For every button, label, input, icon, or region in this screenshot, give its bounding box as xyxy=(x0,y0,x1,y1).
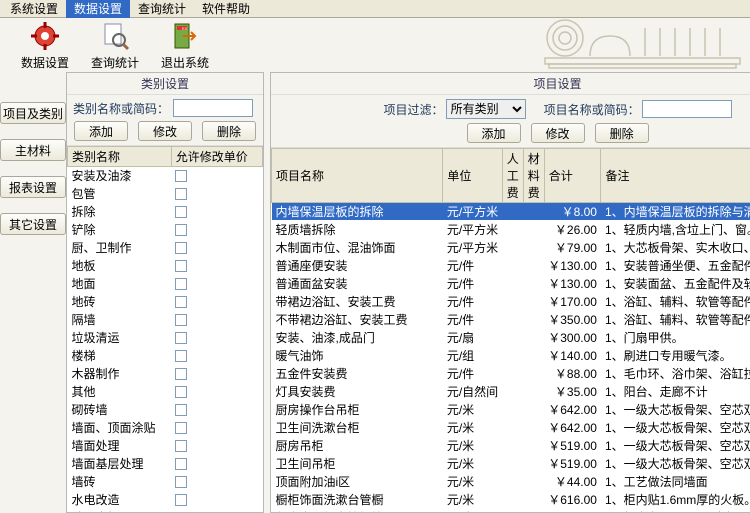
category-row[interactable]: 其他 xyxy=(68,383,263,401)
project-row[interactable]: 包室内暖气立管橱管元/米￥52.001、松木龙骨,9mm石膏板 xyxy=(272,509,750,513)
checkbox-icon[interactable] xyxy=(175,170,187,182)
category-row[interactable]: 地面 xyxy=(68,275,263,293)
checkbox-icon[interactable] xyxy=(175,476,187,488)
exit-system-button[interactable]: EX退出系统 xyxy=(150,20,220,71)
project-search-label: 项目名称或简码： xyxy=(544,101,640,118)
project-row[interactable]: 轻质墙拆除元/平方米￥26.001、轻质内墙,含垃上门、窗。 xyxy=(272,221,750,239)
category-row[interactable]: 墙面、顶面涂贴 xyxy=(68,419,263,437)
svg-text:EX: EX xyxy=(182,26,188,31)
checkbox-icon[interactable] xyxy=(175,350,187,362)
menu-0[interactable]: 系统设置 xyxy=(2,0,66,19)
project-row[interactable]: 五金件安装费元/件￥88.001、毛巾环、浴巾架、浴缸拉手、肥皂 xyxy=(272,365,750,383)
toolbar: 数据设置查询统计EX退出系统 xyxy=(0,18,750,72)
category-search-label: 类别名称或简码： xyxy=(73,100,169,117)
project-row[interactable]: 普通面盆安装元/件￥130.001、安装面盆、五金配件及软管,带柜 xyxy=(272,275,750,293)
project-search-input[interactable] xyxy=(642,100,732,118)
project-row[interactable]: 木制面市位、混油饰面元/平方米￥79.001、大芯板骨架、实木收口、高度小于 xyxy=(272,239,750,257)
project-panel: 项目设置 项目过滤： 所有类别 项目名称或简码： 添加 修改 删除 xyxy=(270,72,750,513)
exit-icon: EX xyxy=(169,20,201,52)
nav-button-0[interactable]: 项目及类别 xyxy=(0,102,66,124)
category-delete-button[interactable]: 删除 xyxy=(202,121,256,141)
category-row[interactable]: 贴石膏板 xyxy=(68,509,263,513)
checkbox-icon[interactable] xyxy=(175,260,187,272)
checkbox-icon[interactable] xyxy=(175,242,187,254)
category-edit-button[interactable]: 修改 xyxy=(138,121,192,141)
project-row[interactable]: 厨房操作台吊柜元/米￥642.001、一级大芯板骨架、空芯双包门、PVC收 xyxy=(272,401,750,419)
checkbox-icon[interactable] xyxy=(175,458,187,470)
project-row[interactable]: 厨房吊柜元/米￥519.001、一级大芯板骨架、空芯双包门、PVC收 xyxy=(272,437,750,455)
project-filter-select[interactable]: 所有类别 xyxy=(446,99,526,119)
category-row[interactable]: 隔墙 xyxy=(68,311,263,329)
category-row[interactable]: 楼梯 xyxy=(68,347,263,365)
project-add-button[interactable]: 添加 xyxy=(467,123,521,143)
project-filter-label: 项目过滤： xyxy=(384,101,444,118)
gear-icon xyxy=(29,20,61,52)
data-settings-button[interactable]: 数据设置 xyxy=(10,20,80,71)
category-row[interactable]: 铲除 xyxy=(68,221,263,239)
project-row[interactable]: 内墙保温层板的拆除元/平方米￥8.001、内墙保温层板的拆除与清理 xyxy=(272,203,750,221)
project-row[interactable]: 不带裙边浴缸、安装工费元/件￥350.001、浴缸、辅料、软管等配件均甲供。 xyxy=(272,311,750,329)
project-delete-button[interactable]: 删除 xyxy=(595,123,649,143)
project-row[interactable]: 卫生间洗漱台柜元/米￥642.001、一级大芯板骨架、空芯双包门、PVC收 xyxy=(272,419,750,437)
category-row[interactable]: 墙面处理 xyxy=(68,437,263,455)
category-search-input[interactable] xyxy=(173,99,253,117)
category-row[interactable]: 地砖 xyxy=(68,293,263,311)
search-icon xyxy=(99,20,131,52)
checkbox-icon[interactable] xyxy=(175,296,187,308)
project-row[interactable]: 顶面附加油i区元/米￥44.001、工艺做法同墙面 xyxy=(272,473,750,491)
category-row[interactable]: 砌砖墙 xyxy=(68,401,263,419)
menu-1[interactable]: 数据设置 xyxy=(66,0,130,19)
category-add-button[interactable]: 添加 xyxy=(74,121,128,141)
checkbox-icon[interactable] xyxy=(175,368,187,380)
checkbox-icon[interactable] xyxy=(175,224,187,236)
category-row[interactable]: 拆除 xyxy=(68,203,263,221)
project-row[interactable]: 暖气油饰元/组￥140.001、刷进口专用暖气漆。 xyxy=(272,347,750,365)
menu-3[interactable]: 软件帮助 xyxy=(194,0,258,19)
category-row[interactable]: 墙砖 xyxy=(68,473,263,491)
checkbox-icon[interactable] xyxy=(175,404,187,416)
category-panel: 类别设置 类别名称或简码： 添加 修改 删除 类别名称允许修改单价 安装及油漆包… xyxy=(66,72,264,513)
checkbox-icon[interactable] xyxy=(175,332,187,344)
category-row[interactable]: 垃圾清运 xyxy=(68,329,263,347)
category-row[interactable]: 地板 xyxy=(68,257,263,275)
left-nav: 项目及类别主材料报表设置其它设置 xyxy=(0,72,66,513)
project-row[interactable]: 橱柜饰面洗漱台管橱元/米￥616.001、柜内贴1.6mm厚的火板。 xyxy=(272,491,750,509)
checkbox-icon[interactable] xyxy=(175,188,187,200)
category-grid[interactable]: 类别名称允许修改单价 安装及油漆包管拆除铲除厨、卫制作地板地面地砖隔墙垃圾清运楼… xyxy=(67,146,263,512)
nav-button-3[interactable]: 其它设置 xyxy=(0,213,66,235)
category-row[interactable]: 木器制作 xyxy=(68,365,263,383)
project-grid[interactable]: 项目名称单位人工费材料费合计备注 内墙保温层板的拆除元/平方米￥8.001、内墙… xyxy=(271,148,750,512)
project-edit-button[interactable]: 修改 xyxy=(531,123,585,143)
nav-button-1[interactable]: 主材料 xyxy=(0,139,66,161)
query-stats-button[interactable]: 查询统计 xyxy=(80,20,150,71)
project-row[interactable]: 普通座便安装元/件￥130.001、安装普通坐便、五金配件及软管。 xyxy=(272,257,750,275)
nav-button-2[interactable]: 报表设置 xyxy=(0,176,66,198)
project-row[interactable]: 卫生间吊柜元/米￥519.001、一级大芯板骨架、空芯双包门、PVC收 xyxy=(272,455,750,473)
project-row[interactable]: 带裙边浴缸、安装工费元/件￥170.001、浴缸、辅料、软管等配件均甲供。 xyxy=(272,293,750,311)
checkbox-icon[interactable] xyxy=(175,206,187,218)
checkbox-icon[interactable] xyxy=(175,494,187,506)
project-row[interactable]: 灯具安装费元/自然间￥35.001、阳台、走廊不计 xyxy=(272,383,750,401)
category-row[interactable]: 安装及油漆 xyxy=(68,167,263,185)
checkbox-icon[interactable] xyxy=(175,422,187,434)
menu-2[interactable]: 查询统计 xyxy=(130,0,194,19)
category-row[interactable]: 厨、卫制作 xyxy=(68,239,263,257)
category-panel-title: 类别设置 xyxy=(67,73,263,95)
project-row[interactable]: 安装、油漆,成品门元/扇￥300.001、门扇甲供。 xyxy=(272,329,750,347)
category-row[interactable]: 包管 xyxy=(68,185,263,203)
category-row[interactable]: 墙面基层处理 xyxy=(68,455,263,473)
category-row[interactable]: 水电改造 xyxy=(68,491,263,509)
column-decoration xyxy=(535,8,745,78)
checkbox-icon[interactable] xyxy=(175,386,187,398)
checkbox-icon[interactable] xyxy=(175,440,187,452)
checkbox-icon[interactable] xyxy=(175,314,187,326)
checkbox-icon[interactable] xyxy=(175,278,187,290)
